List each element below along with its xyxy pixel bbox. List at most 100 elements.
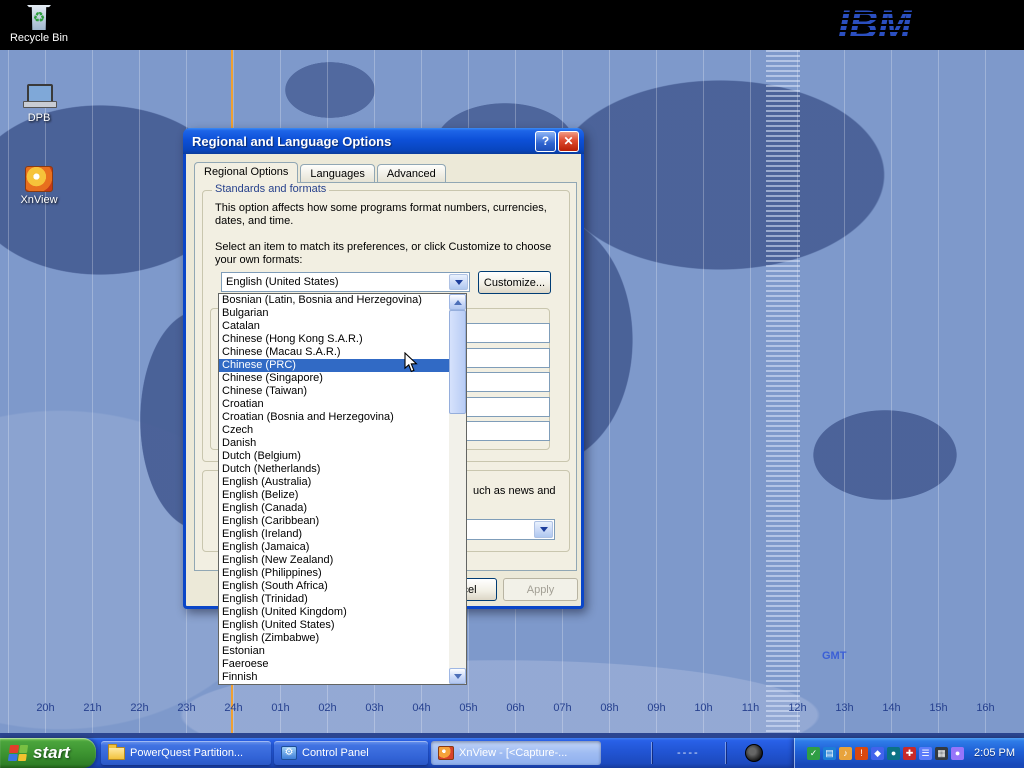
select-instruction-line1: Select an item to match its preferences,… — [215, 241, 551, 254]
tray-icon-5[interactable]: ◆ — [871, 747, 884, 760]
ibm-logo: IBM — [836, 2, 946, 53]
language-option[interactable]: Croatian (Bosnia and Herzegovina) — [219, 411, 449, 424]
close-button[interactable]: ✕ — [558, 131, 579, 152]
task-buttons: PowerQuest Partition... ⚙ Control Panel … — [101, 741, 601, 765]
dialog-tabs: Regional Options Languages Advanced — [194, 162, 448, 183]
desktop-icon-dpb[interactable]: DPB — [1, 84, 77, 124]
language-dropdown-list: Bosnian (Latin, Bosnia and Herzegovina)B… — [218, 293, 467, 685]
hour-label: 03h — [351, 702, 398, 714]
hour-label: 04h — [398, 702, 445, 714]
hour-label: 16h — [962, 702, 1009, 714]
language-option[interactable]: Danish — [219, 437, 449, 450]
tray-icon-2[interactable]: ▤ — [823, 747, 836, 760]
hour-label: 14h — [868, 702, 915, 714]
language-option[interactable]: Catalan — [219, 320, 449, 333]
language-option[interactable]: Estonian — [219, 645, 449, 658]
dialog-titlebar[interactable]: Regional and Language Options ? ✕ — [183, 128, 584, 154]
taskbar-toolbar-icon[interactable] — [745, 744, 763, 762]
apply-button[interactable]: Apply — [503, 578, 578, 601]
dropdown-scrollbar[interactable] — [449, 294, 466, 684]
combobox-dropdown-button[interactable] — [449, 274, 468, 290]
tray-icon-9[interactable]: ▦ — [935, 747, 948, 760]
mouse-cursor — [404, 352, 418, 378]
desktop-icon-label: Recycle Bin — [1, 32, 77, 44]
desktop-icon-label: XnView — [1, 194, 77, 206]
language-option[interactable]: English (Canada) — [219, 502, 449, 515]
language-option[interactable]: English (Australia) — [219, 476, 449, 489]
chevron-down-icon — [454, 674, 462, 679]
tray-icon-3[interactable]: ♪ — [839, 747, 852, 760]
standards-description-line2: dates, and time. — [215, 215, 293, 228]
desktop-icon-xnview[interactable]: XnView — [1, 166, 77, 206]
language-option[interactable]: English (Ireland) — [219, 528, 449, 541]
language-option[interactable]: English (New Zealand) — [219, 554, 449, 567]
hour-label: 22h — [116, 702, 163, 714]
language-option[interactable]: Chinese (Taiwan) — [219, 385, 449, 398]
hour-label: 07h — [539, 702, 586, 714]
tray-icon-8[interactable]: ☰ — [919, 747, 932, 760]
hour-labels: 20h21h22h23h24h01h02h03h04h05h06h07h08h0… — [22, 702, 1009, 714]
taskbar-toolbar-text[interactable]: ---- — [657, 747, 720, 759]
language-option[interactable]: English (Trinidad) — [219, 593, 449, 606]
language-option[interactable]: Croatian — [219, 398, 449, 411]
tab-languages[interactable]: Languages — [300, 164, 374, 183]
hour-label: 10h — [680, 702, 727, 714]
tray-icon-1[interactable]: ✓ — [807, 747, 820, 760]
language-option[interactable]: English (Jamaica) — [219, 541, 449, 554]
taskbar-button-control-panel[interactable]: ⚙ Control Panel — [274, 741, 428, 765]
combobox-dropdown-button[interactable] — [534, 521, 553, 538]
hour-label: 05h — [445, 702, 492, 714]
taskbar-button-powerquest[interactable]: PowerQuest Partition... — [101, 741, 271, 765]
scroll-down-button[interactable] — [449, 668, 466, 684]
hour-label: 12h — [774, 702, 821, 714]
taskbar-clock[interactable]: 2:05 PM — [974, 747, 1015, 759]
language-option[interactable]: Faeroese — [219, 658, 449, 671]
task-button-label: XnView - [<Capture-... — [459, 747, 567, 759]
xnview-icon — [438, 746, 454, 760]
taskbar-separator — [651, 742, 652, 764]
dateline-hatch-band — [766, 50, 800, 738]
taskbar-separator — [725, 742, 726, 764]
hour-label: 20h — [22, 702, 69, 714]
language-option[interactable]: Bulgarian — [219, 307, 449, 320]
tray-icon-6[interactable]: ● — [887, 747, 900, 760]
tray-icon-4[interactable]: ! — [855, 747, 868, 760]
help-button[interactable]: ? — [535, 131, 556, 152]
language-option[interactable]: Czech — [219, 424, 449, 437]
tab-advanced[interactable]: Advanced — [377, 164, 446, 183]
start-button[interactable]: start — [0, 738, 96, 768]
standards-group-title: Standards and formats — [212, 183, 329, 195]
language-option[interactable]: English (Philippines) — [219, 567, 449, 580]
tray-icon-7[interactable]: ✚ — [903, 747, 916, 760]
taskbar-button-xnview[interactable]: XnView - [<Capture-... — [431, 741, 601, 765]
desktop-icon-recycle-bin[interactable]: ♻ Recycle Bin — [1, 4, 77, 44]
task-button-label: Control Panel — [302, 747, 369, 759]
hour-label: 11h — [727, 702, 774, 714]
language-option[interactable]: Dutch (Netherlands) — [219, 463, 449, 476]
gmt-label: GMT — [822, 650, 846, 662]
language-option[interactable]: English (United Kingdom) — [219, 606, 449, 619]
windows-flag-icon — [8, 745, 28, 761]
language-option[interactable]: Bosnian (Latin, Bosnia and Herzegovina) — [219, 294, 449, 307]
language-option[interactable]: English (South Africa) — [219, 580, 449, 593]
hour-label: 06h — [492, 702, 539, 714]
scroll-thumb[interactable] — [449, 310, 466, 414]
hour-label: 09h — [633, 702, 680, 714]
ibm-logo-text: IBM — [838, 3, 913, 47]
format-combobox[interactable]: English (United States) — [221, 272, 470, 292]
tray-icon-10[interactable]: ● — [951, 747, 964, 760]
language-option[interactable]: Finnish — [219, 671, 449, 684]
customize-button[interactable]: Customize... — [478, 271, 551, 294]
system-tray: ✓▤♪!◆●✚☰▦● 2:05 PM — [794, 738, 1024, 768]
recycle-bin-icon: ♻ — [27, 4, 51, 30]
tray-icons: ✓▤♪!◆●✚☰▦● — [807, 747, 964, 760]
language-option[interactable]: Chinese (Hong Kong S.A.R.) — [219, 333, 449, 346]
language-option[interactable]: English (Caribbean) — [219, 515, 449, 528]
language-option[interactable]: Dutch (Belgium) — [219, 450, 449, 463]
tab-regional-options[interactable]: Regional Options — [194, 162, 298, 183]
language-option[interactable]: English (Zimbabwe) — [219, 632, 449, 645]
language-option[interactable]: English (United States) — [219, 619, 449, 632]
chevron-down-icon — [540, 527, 548, 532]
scroll-up-button[interactable] — [449, 294, 466, 310]
language-option[interactable]: English (Belize) — [219, 489, 449, 502]
